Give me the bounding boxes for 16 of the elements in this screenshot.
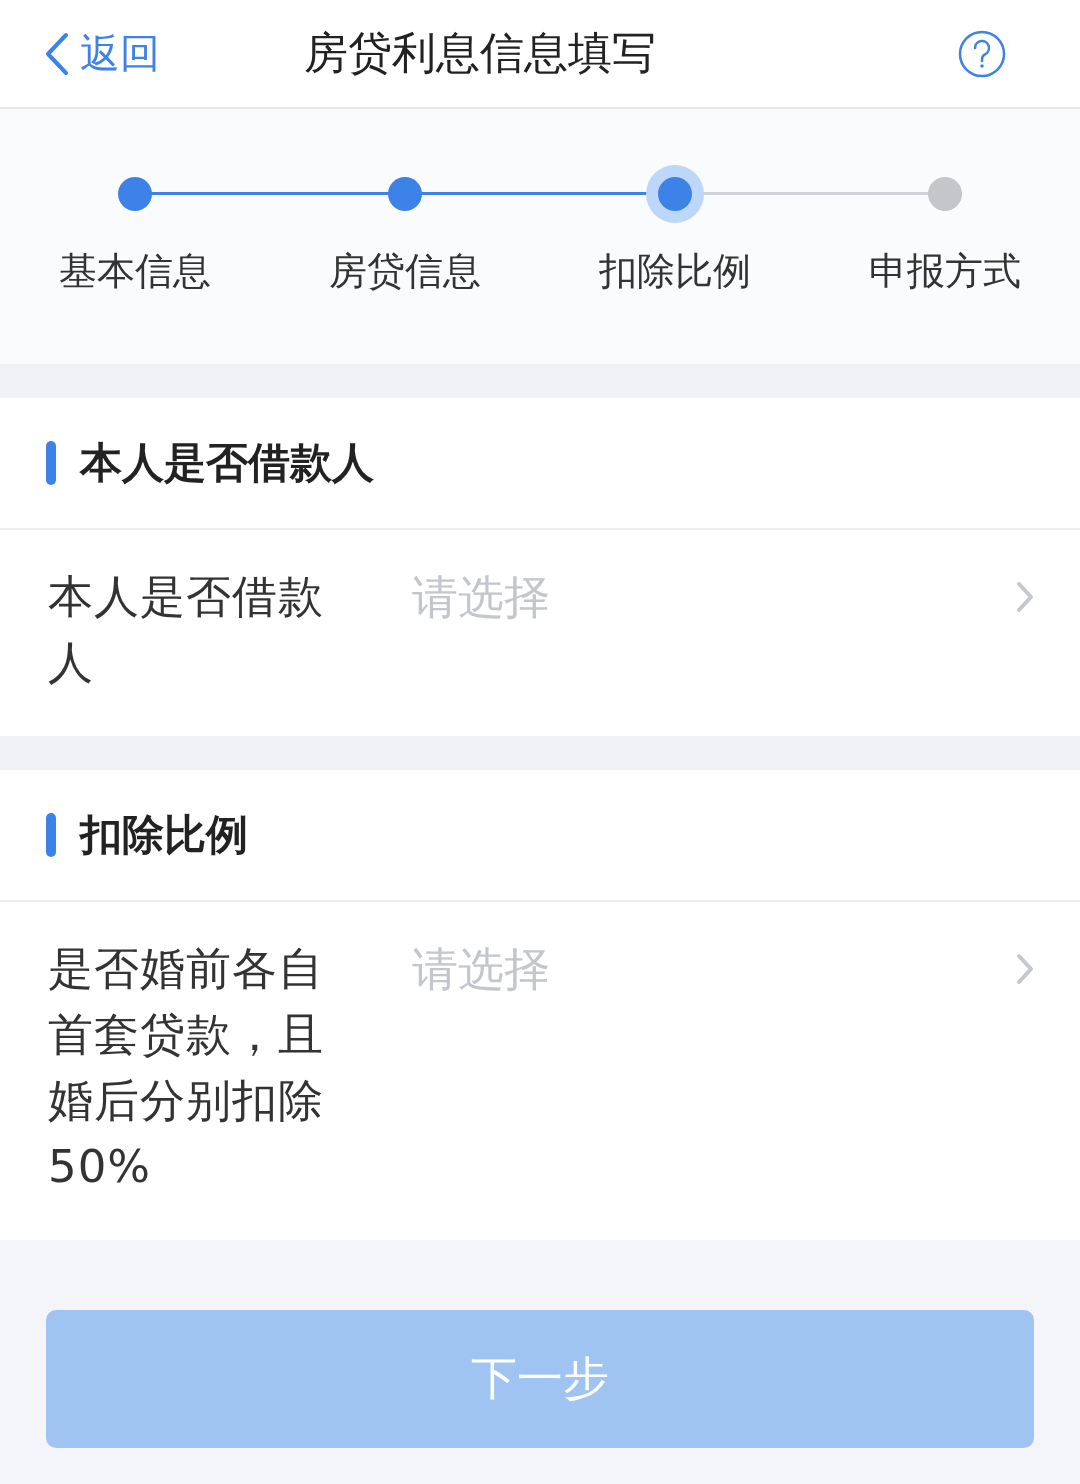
select-row[interactable]: 是否婚前各自首套贷款，且婚后分别扣除50% 请选择 [0, 902, 1080, 1240]
help-icon[interactable] [958, 29, 1006, 78]
page-title: 房贷利息信息填写 [304, 26, 656, 80]
back-icon [44, 31, 70, 76]
section-title: 本人是否借款人 [80, 437, 374, 489]
section-marker [46, 441, 56, 485]
step-label: 基本信息 [59, 248, 211, 295]
chevron-right-icon [1016, 581, 1034, 613]
select-row[interactable]: 本人是否借款人 请选择 [0, 530, 1080, 736]
section-marker [46, 813, 56, 857]
chevron-right-icon [1016, 953, 1034, 985]
step-label: 房贷信息 [329, 248, 481, 295]
section-title: 扣除比例 [80, 809, 248, 861]
step-label: 扣除比例 [599, 248, 751, 295]
step-label: 申报方式 [869, 248, 1021, 295]
back-button[interactable]: 返回 [44, 26, 160, 81]
